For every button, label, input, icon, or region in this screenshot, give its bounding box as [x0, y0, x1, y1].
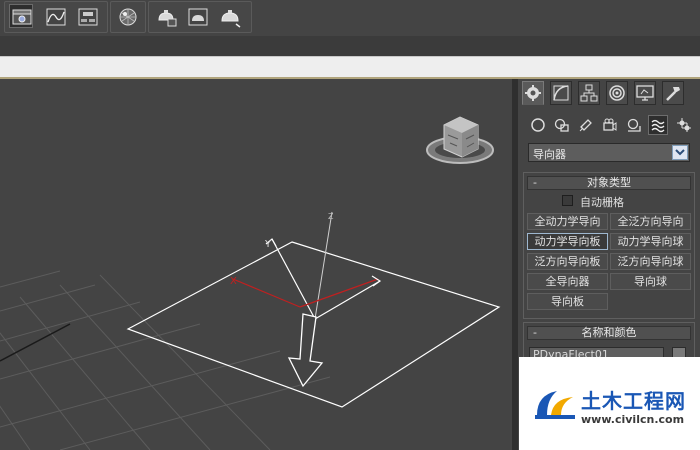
- helpers-button[interactable]: [624, 115, 644, 135]
- watermark: 土木工程网 www.civilcn.com: [519, 357, 700, 450]
- y-axis-label: Y: [264, 239, 272, 250]
- create-tab-icon: [525, 85, 541, 101]
- deflector-direction-arrow: [287, 313, 324, 388]
- x-axis-red-line-2: [299, 278, 379, 308]
- autogrid-checkbox[interactable]: [562, 195, 573, 206]
- rendered-frame-window-icon: [188, 8, 208, 26]
- watermark-logo-icon: [535, 391, 575, 419]
- lights-icon: [579, 119, 592, 132]
- toolbar-group-editors: [4, 1, 108, 33]
- hierarchy-tab[interactable]: [578, 81, 600, 105]
- category-dropdown-value: 导向器: [533, 148, 566, 161]
- somniflect-button[interactable]: 泛方向导向球: [610, 253, 691, 270]
- curve-editor-icon: [46, 8, 66, 26]
- systems-button[interactable]: [674, 115, 694, 135]
- cameras-button[interactable]: [600, 115, 620, 135]
- sdynaflect-button[interactable]: 动力学导向球: [610, 233, 691, 250]
- space-warps-button[interactable]: [648, 115, 668, 135]
- name-and-color-title: 名称和颜色: [581, 326, 637, 339]
- material-editor-button[interactable]: [115, 4, 139, 28]
- category-dropdown[interactable]: 导向器: [528, 143, 690, 162]
- object-type-rollout: - 对象类型 自动栅格 全动力学导向 全泛方向导向 动力学导向板 动力学导向球 …: [523, 172, 695, 319]
- viewcube[interactable]: [426, 116, 494, 164]
- name-and-color-rollout-header[interactable]: - 名称和颜色: [527, 326, 691, 340]
- sdeflector-button[interactable]: 导向球: [610, 273, 691, 290]
- home-grid: [0, 270, 331, 450]
- deflector-button[interactable]: 导向板: [527, 293, 608, 310]
- create-tab[interactable]: [522, 81, 544, 105]
- object-type-rollout-header[interactable]: - 对象类型: [527, 176, 691, 190]
- render-setup-icon: [158, 10, 177, 27]
- chevron-down-icon[interactable]: [672, 145, 688, 160]
- full-omniflect-button[interactable]: 全泛方向导向: [610, 213, 691, 230]
- render-production-button[interactable]: [217, 4, 241, 28]
- toolbar-group-render: [148, 1, 252, 33]
- shapes-icon: [554, 118, 569, 132]
- z-axis-line: [314, 211, 333, 320]
- z-axis-label: Z: [328, 212, 334, 221]
- autogrid-label: 自动栅格: [580, 196, 624, 209]
- space-warps-icon: [651, 119, 665, 133]
- full-dynaflect-button[interactable]: 全动力学导向: [527, 213, 608, 230]
- hierarchy-tab-icon: [580, 84, 598, 102]
- utilities-tab[interactable]: [662, 81, 684, 105]
- toolbar-spacer: [0, 36, 700, 56]
- toolbar-group-material: [110, 1, 146, 33]
- x-axis-line: [314, 280, 381, 320]
- curve-editor-button[interactable]: [43, 4, 67, 28]
- scene-explorer-button[interactable]: [9, 4, 33, 28]
- viewport-canvas[interactable]: X Y Z: [0, 79, 512, 450]
- utilities-tab-icon: [666, 87, 680, 101]
- systems-icon: [677, 118, 691, 132]
- create-subcategories: [518, 113, 700, 139]
- watermark-url: www.civilcn.com: [581, 413, 685, 426]
- display-tab[interactable]: [634, 81, 656, 105]
- rendered-frame-window-button[interactable]: [185, 4, 209, 28]
- render-setup-button[interactable]: [153, 4, 177, 28]
- modify-tab-icon: [553, 85, 569, 101]
- ribbon-strip: [0, 56, 700, 79]
- udeflector-button[interactable]: 全导向器: [527, 273, 608, 290]
- motion-tab-icon: [609, 85, 625, 101]
- command-panel-tabs: [518, 79, 700, 109]
- geometry-button[interactable]: [528, 115, 548, 135]
- shapes-button[interactable]: [552, 115, 572, 135]
- pomniflect-button[interactable]: 泛方向导向板: [527, 253, 608, 270]
- helpers-icon: [627, 118, 641, 132]
- schematic-view-icon: [78, 8, 98, 26]
- lights-button[interactable]: [576, 115, 596, 135]
- main-toolbar: [0, 0, 700, 37]
- motion-tab[interactable]: [606, 81, 628, 105]
- schematic-view-button[interactable]: [75, 4, 99, 28]
- display-tab-icon: [636, 85, 654, 101]
- object-type-title: 对象类型: [587, 176, 631, 189]
- scene-explorer-icon: [12, 9, 32, 25]
- pdynaflect-button[interactable]: 动力学导向板: [527, 233, 608, 250]
- y-axis-line: [271, 238, 316, 320]
- watermark-title: 土木工程网: [581, 389, 686, 413]
- x-axis-red-line: [232, 278, 301, 308]
- perspective-viewport[interactable]: X Y Z: [0, 79, 512, 450]
- geometry-icon: [531, 118, 545, 132]
- modify-tab[interactable]: [550, 81, 572, 105]
- render-production-icon: [221, 10, 241, 28]
- material-editor-icon: [119, 8, 137, 26]
- grid-axis-line: [0, 323, 71, 362]
- x-axis-label: X: [230, 276, 237, 287]
- cameras-icon: [603, 118, 617, 131]
